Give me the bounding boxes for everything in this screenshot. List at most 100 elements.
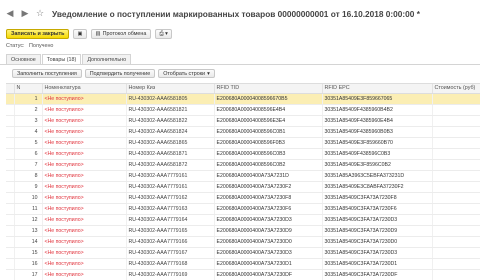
rfid-tid-cell[interactable]: E200680A00004008596E3E4 bbox=[214, 115, 323, 127]
rfid-epc-cell[interactable]: 30351A85409C3FA73A7230D3 bbox=[322, 214, 433, 226]
rfid-tid-cell[interactable]: E200680A0000400A73A7230D1 bbox=[214, 258, 323, 270]
table-row[interactable]: 14 <Не поступило> RU-430302-AAA7779166 E200… bbox=[6, 236, 480, 248]
rfid-epc-cell[interactable]: 30351A85409E3F859667065 bbox=[322, 93, 433, 105]
price-cell[interactable] bbox=[432, 192, 480, 204]
table-row[interactable]: 9 <Не поступило> RU-430302-AAA7779161 E2006… bbox=[6, 181, 480, 193]
price-cell[interactable] bbox=[432, 104, 480, 116]
rfid-tid-cell[interactable]: E200680A0000400A73A7230F8 bbox=[214, 192, 323, 204]
forward-icon[interactable]: ▶ bbox=[19, 8, 31, 20]
rfid-epc-cell[interactable]: 30351A85409E3F859660B70 bbox=[322, 137, 433, 149]
rfid-epc-cell[interactable]: 30351A85409C3FA73A7230D9 bbox=[322, 225, 433, 237]
nomenclature-cell[interactable]: <Не поступило> bbox=[42, 214, 127, 226]
fill-button[interactable]: Заполнить поступления bbox=[12, 69, 82, 78]
column-header[interactable]: RFID EPC bbox=[322, 84, 433, 94]
nomenclature-cell[interactable]: <Не поступило> bbox=[42, 148, 127, 160]
row-marker[interactable] bbox=[6, 269, 15, 280]
row-number[interactable]: 3 bbox=[14, 115, 43, 127]
row-marker[interactable] bbox=[6, 225, 15, 237]
row-number[interactable]: 15 bbox=[14, 247, 43, 259]
rfid-epc-cell[interactable]: 30351A85409C3FA73A7230F6 bbox=[322, 203, 433, 215]
row-number[interactable]: 11 bbox=[14, 203, 43, 215]
row-number[interactable]: 6 bbox=[14, 148, 43, 160]
column-header[interactable]: Номенклатура bbox=[42, 84, 127, 94]
column-header[interactable] bbox=[6, 84, 15, 94]
rfid-epc-cell[interactable]: 30351A85409C3FA73A7230D1 bbox=[322, 258, 433, 270]
row-number[interactable]: 2 bbox=[14, 104, 43, 116]
table-row[interactable]: 16 <Не поступило> RU-430302-AAA7779168 E200… bbox=[6, 258, 480, 270]
column-header[interactable]: N bbox=[14, 84, 43, 94]
row-number[interactable]: 13 bbox=[14, 225, 43, 237]
row-number[interactable]: 4 bbox=[14, 126, 43, 138]
nomenclature-cell[interactable]: <Не поступило> bbox=[42, 104, 127, 116]
column-header[interactable]: RFID TID bbox=[214, 84, 323, 94]
rfid-tid-cell[interactable]: E200680A0000400A73A7230DF bbox=[214, 269, 323, 280]
rfid-epc-cell[interactable]: 30351A85409C3FA73A7230DF bbox=[322, 269, 433, 280]
price-cell[interactable] bbox=[432, 137, 480, 149]
save-icon[interactable]: ▣ bbox=[73, 29, 87, 39]
rfid-epc-cell[interactable]: 30351A85409F4385960E4B4 bbox=[322, 115, 433, 127]
price-cell[interactable] bbox=[432, 93, 480, 105]
rfid-tid-cell[interactable]: E200680A00004008596F0B3 bbox=[214, 137, 323, 149]
table-row[interactable]: 3 <Не поступило> RU-430302-AAA6581822 E2006… bbox=[6, 115, 480, 127]
row-marker[interactable] bbox=[6, 159, 15, 171]
rfid-epc-cell[interactable]: 30351A85409E3C8ABFA37230F2 bbox=[322, 181, 433, 193]
price-cell[interactable] bbox=[432, 247, 480, 259]
rfid-epc-cell[interactable]: 30351A85A3963C5EBFA373231D bbox=[322, 170, 433, 182]
row-number[interactable]: 12 bbox=[14, 214, 43, 226]
row-marker[interactable] bbox=[6, 93, 15, 105]
rfid-epc-cell[interactable]: 30351A85409C3FA73A7230F8 bbox=[322, 192, 433, 204]
kiz-cell[interactable]: RU-430302-AAA6581865 bbox=[126, 137, 215, 149]
rfid-tid-cell[interactable]: E200680A00004008596C0B3 bbox=[214, 148, 323, 160]
tab-additional[interactable]: Дополнительно bbox=[82, 54, 132, 64]
table-row[interactable]: 15 <Не поступило> RU-430302-AAA7779167 E200… bbox=[6, 247, 480, 259]
row-number[interactable]: 14 bbox=[14, 236, 43, 248]
kiz-cell[interactable]: RU-430302-AAA7779163 bbox=[126, 203, 215, 215]
table-row[interactable]: 2 <Не поступило> RU-430302-AAA6581821 E2006… bbox=[6, 104, 480, 116]
nomenclature-cell[interactable]: <Не поступило> bbox=[42, 203, 127, 215]
rfid-tid-cell[interactable]: E200680A0000400A73A7230D9 bbox=[214, 225, 323, 237]
nomenclature-cell[interactable]: <Не поступило> bbox=[42, 126, 127, 138]
kiz-cell[interactable]: RU-430302-AAA7779165 bbox=[126, 225, 215, 237]
nomenclature-cell[interactable]: <Не поступило> bbox=[42, 247, 127, 259]
nomenclature-cell[interactable]: <Не поступило> bbox=[42, 181, 127, 193]
price-cell[interactable] bbox=[432, 148, 480, 160]
rfid-tid-cell[interactable]: E200680A00004008596E4B4 bbox=[214, 104, 323, 116]
row-marker[interactable] bbox=[6, 104, 15, 116]
rfid-tid-cell[interactable]: E200680A0000400A73A7230F2 bbox=[214, 181, 323, 193]
kiz-cell[interactable]: RU-430302-AAA6581871 bbox=[126, 148, 215, 160]
nomenclature-cell[interactable]: <Не поступило> bbox=[42, 170, 127, 182]
kiz-cell[interactable]: RU-430302-AAA7779166 bbox=[126, 236, 215, 248]
row-marker[interactable] bbox=[6, 247, 15, 259]
row-marker[interactable] bbox=[6, 203, 15, 215]
column-header[interactable]: Номер Киз bbox=[126, 84, 215, 94]
nomenclature-cell[interactable]: <Не поступило> bbox=[42, 93, 127, 105]
price-cell[interactable] bbox=[432, 214, 480, 226]
row-marker[interactable] bbox=[6, 258, 15, 270]
kiz-cell[interactable]: RU-430302-AAA7779161 bbox=[126, 181, 215, 193]
price-cell[interactable] bbox=[432, 269, 480, 280]
kiz-cell[interactable]: RU-430302-AAA6581822 bbox=[126, 115, 215, 127]
table-row[interactable]: 5 <Не поступило> RU-430302-AAA6581865 E2006… bbox=[6, 137, 480, 149]
nomenclature-cell[interactable]: <Не поступило> bbox=[42, 225, 127, 237]
table-row[interactable]: 10 <Не поступило> RU-430302-AAA7779162 E200… bbox=[6, 192, 480, 204]
table-row[interactable]: 8 <Не поступило> RU-430302-AAA7779161 E2006… bbox=[6, 170, 480, 182]
row-number[interactable]: 9 bbox=[14, 181, 43, 193]
save-close-button[interactable]: Записать и закрыть bbox=[6, 29, 70, 39]
rfid-tid-cell[interactable]: E200680A00004008596C0B1 bbox=[214, 126, 323, 138]
row-marker[interactable] bbox=[6, 236, 15, 248]
rfid-tid-cell[interactable]: E200680A0000400A73A7230D3 bbox=[214, 247, 323, 259]
tab-goods[interactable]: Товары (18) bbox=[41, 54, 82, 64]
kiz-cell[interactable]: RU-430302-AAA7779167 bbox=[126, 247, 215, 259]
confirm-button[interactable]: Подтвердить получение bbox=[84, 69, 156, 78]
kiz-cell[interactable]: RU-430302-AAA7779162 bbox=[126, 192, 215, 204]
rfid-tid-cell[interactable]: E200680A0000400A73A7230F6 bbox=[214, 203, 323, 215]
rfid-tid-cell[interactable]: E200680A0000400A73A7231D bbox=[214, 170, 323, 182]
row-number[interactable]: 16 bbox=[14, 258, 43, 270]
back-icon[interactable]: ◀ bbox=[4, 8, 16, 20]
price-cell[interactable] bbox=[432, 181, 480, 193]
rfid-epc-cell[interactable]: 30351A85409F4385960B0B3 bbox=[322, 126, 433, 138]
rfid-epc-cell[interactable]: 30351A85409F4385960B4B2 bbox=[322, 104, 433, 116]
table-row[interactable]: 12 <Не поступило> RU-430302-AAA7779164 E200… bbox=[6, 214, 480, 226]
kiz-cell[interactable]: RU-430302-AAA7779164 bbox=[126, 214, 215, 226]
price-cell[interactable] bbox=[432, 225, 480, 237]
